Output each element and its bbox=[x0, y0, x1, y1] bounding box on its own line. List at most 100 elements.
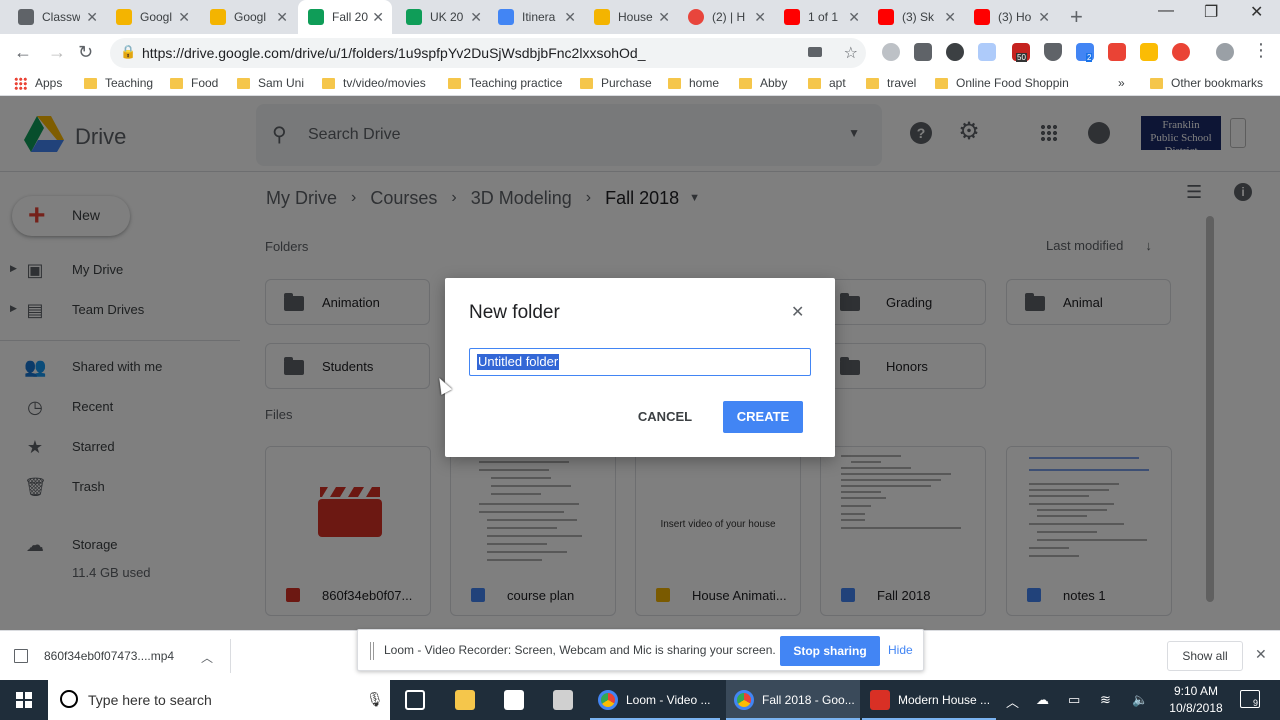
folder-icon bbox=[322, 77, 335, 89]
chrome-menu-icon[interactable]: ⋮ bbox=[1252, 40, 1270, 61]
close-tab-icon[interactable]: ✕ bbox=[944, 9, 956, 26]
close-tab-icon[interactable]: ✕ bbox=[848, 9, 860, 26]
youtube-favicon-icon bbox=[974, 9, 990, 25]
browser-tab[interactable]: UK 20 ✕ bbox=[396, 0, 490, 34]
close-tab-icon[interactable]: ✕ bbox=[276, 9, 288, 26]
bookmark-apps[interactable]: Apps bbox=[14, 76, 62, 90]
windows-taskbar: Type here to search 🎙 Loom - Video ... F… bbox=[0, 680, 1280, 720]
bookmarks-overflow-button[interactable]: » bbox=[1118, 76, 1125, 90]
bookmark-item[interactable]: Food bbox=[170, 76, 218, 90]
docs-favicon-icon bbox=[498, 9, 514, 25]
restore-icon[interactable]: ❐ bbox=[1204, 2, 1218, 22]
browser-tab[interactable]: (3) Sk ✕ bbox=[868, 0, 964, 34]
address-bar[interactable]: 🔒 https://drive.google.com/drive/u/1/fol… bbox=[110, 38, 866, 68]
browser-tab[interactable]: 1 of 1 ✕ bbox=[774, 0, 868, 34]
bookmark-star-icon[interactable]: ☆ bbox=[844, 43, 858, 63]
browser-tab[interactable]: Googl ✕ bbox=[200, 0, 296, 34]
sketchup-icon bbox=[870, 690, 890, 710]
taskbar-app-drive[interactable]: Fall 2018 - Goo... bbox=[726, 680, 860, 720]
bookmark-item[interactable]: home bbox=[668, 76, 719, 90]
bookmark-item[interactable]: Purchase bbox=[580, 76, 652, 90]
window-close-icon[interactable]: ✕ bbox=[1250, 2, 1263, 22]
battery-icon[interactable]: ▭ bbox=[1068, 692, 1080, 708]
microphone-icon[interactable]: 🎙 bbox=[366, 691, 384, 708]
windows-start-icon[interactable] bbox=[16, 692, 32, 708]
browser-tab[interactable]: Itinera ✕ bbox=[488, 0, 584, 34]
browser-tab[interactable]: Googl ✕ bbox=[106, 0, 198, 34]
wifi-icon[interactable]: ≋ bbox=[1100, 692, 1111, 708]
bookmark-item[interactable]: tv/video/movies bbox=[322, 76, 426, 90]
extension-icon[interactable] bbox=[946, 43, 964, 61]
tray-overflow-icon[interactable]: ︿ bbox=[1006, 692, 1019, 711]
download-item[interactable]: 860f34eb0f07473....mp4 bbox=[14, 649, 174, 663]
bookmark-item[interactable]: Teaching practice bbox=[448, 76, 562, 90]
browser-tab[interactable]: (3) Ho ✕ bbox=[964, 0, 1058, 34]
camera-icon[interactable] bbox=[808, 47, 822, 57]
task-view-icon[interactable] bbox=[405, 690, 425, 710]
close-tab-icon[interactable]: ✕ bbox=[1038, 9, 1050, 26]
extension-icon[interactable]: 50 bbox=[1012, 43, 1030, 62]
back-icon[interactable]: ← bbox=[14, 42, 32, 63]
bookmark-item[interactable]: Abby bbox=[739, 76, 787, 90]
browser-tab[interactable]: Classw ✕ bbox=[8, 0, 106, 34]
bookmark-item[interactable]: Sam Uni bbox=[237, 76, 304, 90]
loom-extension-icon[interactable] bbox=[1172, 43, 1190, 61]
translate-icon[interactable]: 2 bbox=[1076, 43, 1094, 62]
close-tab-icon[interactable]: ✕ bbox=[178, 9, 190, 26]
url-text[interactable]: https://drive.google.com/drive/u/1/folde… bbox=[142, 45, 646, 61]
new-tab-button[interactable]: + bbox=[1070, 4, 1083, 30]
taskbar-search[interactable]: Type here to search 🎙 bbox=[48, 680, 390, 720]
folder-icon bbox=[1150, 77, 1163, 89]
browser-tab[interactable]: (2) | H ✕ bbox=[678, 0, 774, 34]
close-tab-icon[interactable]: ✕ bbox=[470, 9, 482, 26]
taskbar-clock[interactable]: 9:10 AM 10/8/2018 bbox=[1160, 683, 1232, 717]
store-icon[interactable] bbox=[504, 690, 524, 710]
file-explorer-icon[interactable] bbox=[455, 690, 475, 710]
close-tab-icon[interactable]: ✕ bbox=[754, 9, 766, 26]
folder-icon bbox=[808, 77, 821, 89]
folder-icon bbox=[668, 77, 681, 89]
close-shelf-icon[interactable]: ✕ bbox=[1255, 646, 1267, 663]
close-tab-icon[interactable]: ✕ bbox=[372, 9, 384, 26]
shield-icon[interactable] bbox=[1044, 43, 1062, 61]
file-icon bbox=[14, 649, 28, 663]
profile-avatar[interactable] bbox=[1216, 43, 1234, 61]
extension-icon[interactable] bbox=[978, 43, 996, 61]
bookmark-item[interactable]: travel bbox=[866, 76, 916, 90]
extension-icon[interactable] bbox=[914, 43, 932, 61]
extension-icon[interactable] bbox=[1108, 43, 1126, 61]
extension-icon[interactable] bbox=[882, 43, 900, 61]
browser-tab-active[interactable]: Fall 20 ✕ bbox=[298, 0, 392, 34]
chevron-up-icon[interactable]: ︿ bbox=[201, 649, 213, 666]
cancel-button[interactable]: CANCEL bbox=[626, 401, 704, 433]
bookmark-item[interactable]: Online Food Shoppin bbox=[935, 76, 1077, 90]
bookmark-item[interactable]: Teaching bbox=[84, 76, 153, 90]
drive-favicon-icon bbox=[308, 9, 324, 25]
hide-link[interactable]: Hide bbox=[888, 643, 913, 657]
close-tab-icon[interactable]: ✕ bbox=[564, 9, 576, 26]
volume-icon[interactable]: 🔈 bbox=[1132, 692, 1148, 708]
drag-handle-icon[interactable] bbox=[370, 642, 374, 660]
forward-icon[interactable]: → bbox=[48, 42, 66, 63]
close-tab-icon[interactable]: ✕ bbox=[658, 9, 670, 26]
tab-favicon-icon bbox=[688, 9, 704, 25]
tab-favicon-icon bbox=[116, 9, 132, 25]
taskbar-app-loom[interactable]: Loom - Video ... bbox=[590, 680, 720, 720]
folder-icon bbox=[739, 77, 752, 89]
create-button[interactable]: CREATE bbox=[723, 401, 803, 433]
other-bookmarks[interactable]: Other bookmarks bbox=[1150, 76, 1263, 90]
minimize-icon[interactable]: — bbox=[1158, 2, 1174, 20]
taskbar-app-sketchup[interactable]: Modern House ... bbox=[862, 680, 996, 720]
onedrive-cloud-icon[interactable]: ☁ bbox=[1036, 692, 1049, 708]
dialog-close-icon[interactable]: ✕ bbox=[791, 302, 804, 322]
extension-icon[interactable] bbox=[1140, 43, 1158, 61]
action-center-icon[interactable]: 9 bbox=[1240, 690, 1260, 708]
bookmark-item[interactable]: apt bbox=[808, 76, 846, 90]
mail-icon[interactable] bbox=[553, 690, 573, 710]
youtube-favicon-icon bbox=[878, 9, 894, 25]
stop-sharing-button[interactable]: Stop sharing bbox=[780, 636, 880, 666]
show-all-button[interactable]: Show all bbox=[1167, 641, 1243, 671]
browser-tab[interactable]: House ✕ bbox=[584, 0, 678, 34]
reload-icon[interactable]: ↻ bbox=[78, 42, 93, 63]
close-tab-icon[interactable]: ✕ bbox=[86, 9, 98, 26]
